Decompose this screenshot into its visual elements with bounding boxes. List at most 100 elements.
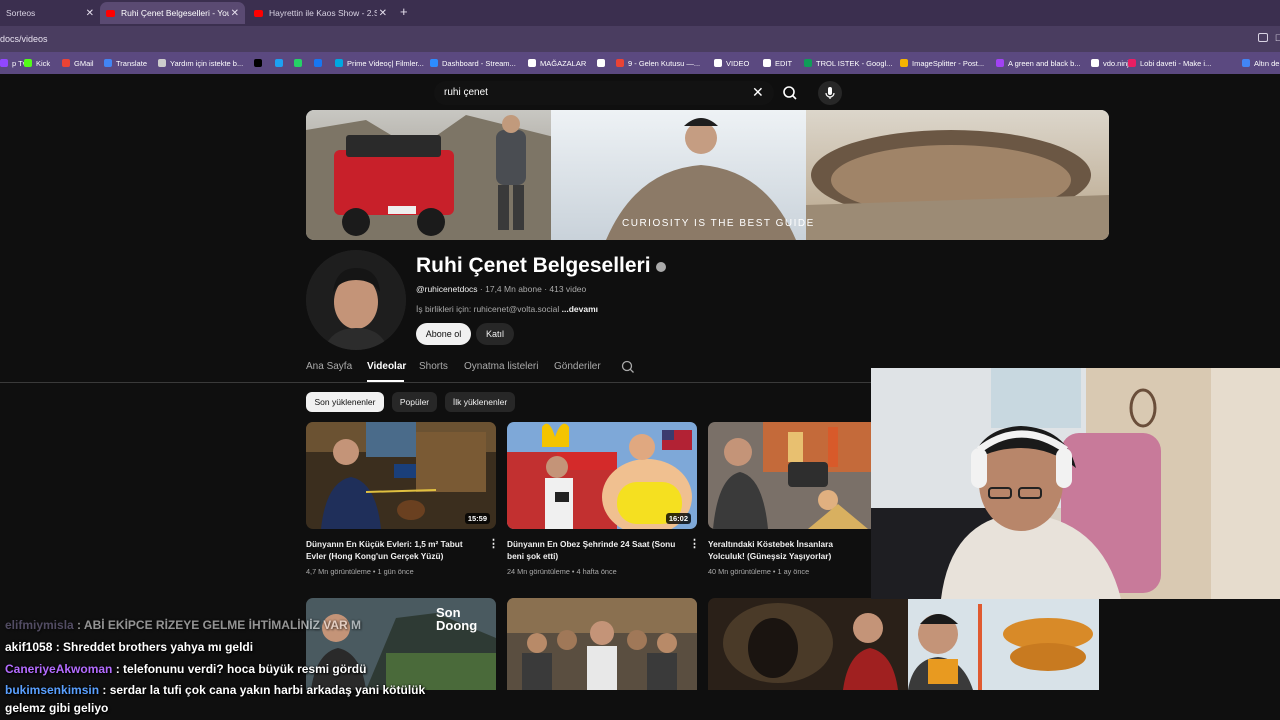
streamer-webcam xyxy=(871,368,1280,599)
tab-posts[interactable]: Gönderiler xyxy=(554,361,601,372)
tab-home[interactable]: Ana Sayfa xyxy=(306,361,352,372)
video-views: 4,7 Mn görüntüleme xyxy=(306,567,371,576)
bookmark-favicon-icon xyxy=(597,59,605,67)
thumbnail-image xyxy=(708,422,871,529)
bookmark-item[interactable]: Lobi daveti - Make i... xyxy=(1128,57,1211,69)
channel-description[interactable]: İş birlikleri için: ruhicenet@volta.soci… xyxy=(416,304,598,314)
video-views: 40 Mn görüntüleme xyxy=(708,567,771,576)
chip-latest[interactable]: Son yüklenenler xyxy=(306,392,384,412)
bookmark-item[interactable]: A green and black b... xyxy=(996,57,1081,69)
video-thumbnail[interactable]: 16:02 xyxy=(507,422,697,529)
video-thumbnail[interactable]: 15:59 xyxy=(306,422,496,529)
bookmark-favicon-icon xyxy=(158,59,166,67)
video-title[interactable]: Dünyanın En Obez Şehrinde 24 Saat (Sonu … xyxy=(507,538,677,562)
more-options-icon[interactable]: ⋮ xyxy=(488,537,499,550)
bookmark-favicon-icon xyxy=(900,59,908,67)
address-bar xyxy=(0,26,1280,52)
video-thumbnail[interactable]: Son Doong xyxy=(306,598,496,690)
microphone-icon xyxy=(825,87,835,99)
video-thumbnail[interactable] xyxy=(708,422,871,529)
video-thumbnail[interactable] xyxy=(507,598,697,690)
tab-playlists[interactable]: Oynatma listeleri xyxy=(464,361,538,372)
channel-meta: @ruhicenetdocs · 17,4 Mn abone · 413 vid… xyxy=(416,284,586,294)
bookmark-label: A green and black b... xyxy=(1008,58,1081,68)
video-title[interactable]: Dünyanın En Küçük Evleri: 1,5 m² Tabut E… xyxy=(306,538,484,562)
bookmark-item[interactable]: vdo.ninja xyxy=(1091,57,1133,69)
bookmark-favicon-icon xyxy=(528,59,536,67)
bookmark-item[interactable]: EDIT xyxy=(763,57,792,69)
bookmark-favicon-icon xyxy=(62,59,70,67)
tab-shorts[interactable]: Shorts xyxy=(419,361,448,372)
bookmark-label: Dashboard - Stream... xyxy=(442,58,516,68)
close-icon[interactable]: ✕ xyxy=(231,8,239,19)
bookmark-item[interactable] xyxy=(294,57,306,69)
chip-popular[interactable]: Popüler xyxy=(392,392,437,412)
bookmark-item[interactable]: Yardım için istekte b... xyxy=(158,57,243,69)
bookmark-item[interactable]: ImageSplitter - Post... xyxy=(900,57,984,69)
bookmark-item[interactable]: VIDEO xyxy=(714,57,749,69)
bookmark-favicon-icon xyxy=(714,59,722,67)
chat-message: akif1058 : Shreddet brothers yahya mı ge… xyxy=(5,640,254,654)
bookmark-label: Kick xyxy=(36,58,51,68)
channel-name: Ruhi Çenet Belgeselleri xyxy=(416,254,651,277)
channel-avatar[interactable] xyxy=(306,250,406,350)
url-text[interactable]: docs/videos xyxy=(0,34,48,44)
new-tab-button[interactable]: + xyxy=(400,4,408,19)
bookmark-item[interactable]: Dashboard - Stream... xyxy=(430,57,516,69)
bookmark-favicon-icon xyxy=(254,59,262,67)
bookmark-item[interactable]: TROL ISTEK - Googl... xyxy=(804,57,892,69)
close-icon[interactable]: ✕ xyxy=(379,8,387,19)
webcam-image xyxy=(871,368,1280,599)
bookmark-item[interactable]: MAĞAZALAR xyxy=(528,57,586,69)
chip-oldest[interactable]: İlk yüklenenler xyxy=(445,392,515,412)
bookmark-item[interactable]: Altın de xyxy=(1242,57,1279,69)
bookmark-item[interactable] xyxy=(254,57,266,69)
chat-username: CaneriyeAkwoman xyxy=(5,662,113,676)
chat-username: elifmiymisla xyxy=(5,618,74,632)
bookmark-favicon-icon xyxy=(616,59,624,67)
avatar-image xyxy=(306,250,406,350)
bookmark-item[interactable]: 9 - Gelen Kutusu —... xyxy=(616,57,700,69)
clear-search-icon[interactable]: ✕ xyxy=(752,84,764,101)
bookmark-label: 9 - Gelen Kutusu —... xyxy=(628,58,701,68)
bookmark-item[interactable]: Translate xyxy=(104,57,147,69)
subscribe-button[interactable]: Abone ol xyxy=(416,323,471,345)
close-icon[interactable]: ✕ xyxy=(86,8,94,19)
bookmark-label: VIDEO xyxy=(726,58,750,68)
channel-search-button[interactable] xyxy=(621,360,635,379)
bookmark-favicon-icon xyxy=(1242,59,1250,67)
search-query[interactable]: ruhi çenet xyxy=(444,87,488,98)
bookmark-item[interactable]: GMail xyxy=(62,57,94,69)
browser-tab-sorteos[interactable]: Sorteos ✕ xyxy=(0,2,100,24)
cast-icon[interactable] xyxy=(1258,33,1268,42)
bookmark-item[interactable] xyxy=(275,57,287,69)
browser-tab-kaos-show[interactable]: Hayrettin ile Kaos Show - 2.Sez ✕ xyxy=(248,2,393,24)
bookmark-item[interactable]: Kick xyxy=(24,57,50,69)
bookmark-favicon-icon xyxy=(804,59,812,67)
more-link[interactable]: ...devamı xyxy=(562,304,598,314)
more-options-icon[interactable]: ⋮ xyxy=(689,537,700,550)
bookmark-item[interactable]: p Tv xyxy=(0,57,26,69)
voice-search-button[interactable] xyxy=(818,81,842,105)
bookmark-item[interactable] xyxy=(597,57,609,69)
search-button[interactable] xyxy=(776,81,804,105)
tab-videos[interactable]: Videolar xyxy=(367,361,406,372)
join-button[interactable]: Katıl xyxy=(476,323,514,345)
bookmark-favicon-icon xyxy=(1128,59,1136,67)
video-age: 1 gün önce xyxy=(377,567,414,576)
browser-tab-ruhi-cenet[interactable]: Ruhi Çenet Belgeselleri - YouTube ✕ xyxy=(100,2,245,24)
video-age: 1 ay önce xyxy=(777,567,810,576)
channel-stats: · 17,4 Mn abone · 413 video xyxy=(477,284,587,294)
overlay-image xyxy=(908,599,1099,690)
active-tab-indicator xyxy=(367,380,404,382)
youtube-icon xyxy=(254,9,263,17)
bookmark-label: Prime Videoç| Filmler... xyxy=(347,58,424,68)
bookmark-favicon-icon xyxy=(294,59,302,67)
extension-icon[interactable]: ☐ xyxy=(1275,33,1280,44)
video-title[interactable]: Yeraltındaki Köstebek İnsanlara Yolculuk… xyxy=(708,538,871,562)
video-thumbnail[interactable] xyxy=(708,598,908,690)
chat-text: gelemz gibi geliyo xyxy=(5,701,109,715)
bookmark-item[interactable] xyxy=(314,57,326,69)
video-duration: 15:59 xyxy=(464,513,490,524)
bookmark-item[interactable]: Prime Videoç| Filmler... xyxy=(335,57,424,69)
